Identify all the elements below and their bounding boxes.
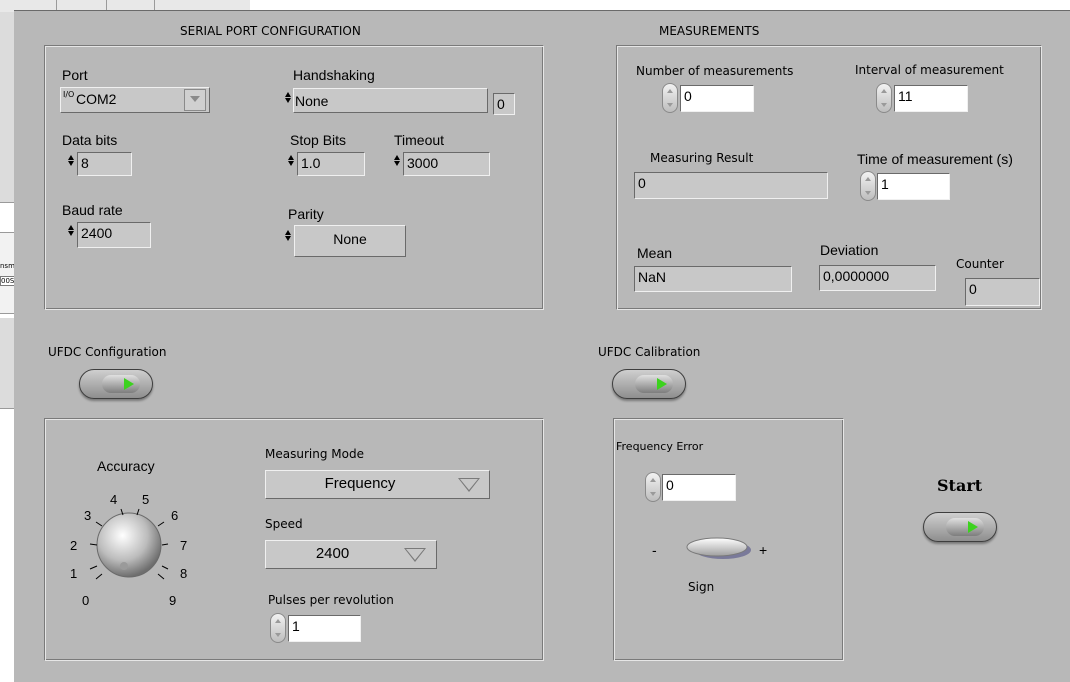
left-window-pane [0, 12, 14, 203]
knob-tick-label: 8 [180, 566, 187, 581]
pulses-field[interactable]: 1 [288, 615, 361, 642]
handshaking-value: None [295, 93, 329, 109]
baud-rate-label: Baud rate [62, 202, 123, 218]
time-of-measurement-label: Time of measurement (s) [857, 151, 1013, 167]
chevron-down-icon [458, 478, 480, 492]
led-indicator-icon [946, 518, 984, 536]
time-of-measurement-field[interactable]: 1 [877, 173, 950, 200]
serial-config-box [44, 45, 544, 310]
front-panel-top-edge [14, 10, 1070, 11]
stop-bits-field[interactable]: 1.0 [297, 152, 365, 176]
accuracy-knob[interactable]: 0 1 2 3 4 5 6 7 8 9 [66, 484, 196, 614]
interval-label: Interval of measurement [855, 63, 1004, 77]
frequency-error-spinner[interactable] [645, 472, 661, 502]
speed-value: 2400 [315, 545, 350, 562]
measuring-result-label: Measuring Result [650, 151, 754, 165]
timeout-field[interactable]: 3000 [403, 152, 490, 176]
data-bits-label: Data bits [62, 132, 118, 148]
measuring-mode-label: Measuring Mode [265, 447, 364, 461]
speed-label: Speed [265, 517, 303, 531]
knob-tick-label: 6 [171, 508, 178, 523]
port-value: COM2 [76, 91, 117, 107]
start-button[interactable] [923, 512, 997, 542]
left-window-pane [0, 318, 14, 409]
frequency-error-label: Frequency Error [616, 440, 704, 453]
accuracy-label: Accuracy [97, 458, 155, 474]
time-of-measurement-spinner[interactable] [860, 171, 876, 201]
port-label: Port [62, 67, 88, 83]
parity-value: None [333, 231, 367, 247]
knob-tick-label: 7 [180, 538, 187, 553]
sign-plus-label: + [759, 542, 768, 558]
chevron-down-icon [404, 548, 426, 562]
data-bits-spinner[interactable] [67, 154, 75, 176]
deviation-field: 0,0000000 [819, 265, 936, 291]
handshaking-spinner[interactable] [284, 91, 292, 113]
knob-tick-label: 1 [70, 566, 77, 581]
knob-tick-label: 3 [84, 508, 91, 523]
sign-minus-label: - [652, 542, 657, 558]
knob-body [96, 512, 162, 578]
frequency-error-field[interactable]: 0 [662, 474, 736, 501]
counter-field: 0 [965, 278, 1040, 306]
parity-spinner[interactable] [284, 229, 292, 253]
pulses-per-revolution-label: Pulses per revolution [268, 593, 394, 607]
ufdc-calibration-label: UFDC Calibration [598, 345, 701, 359]
interval-spinner[interactable] [876, 83, 892, 113]
timeout-spinner[interactable] [393, 154, 401, 176]
left-window-partial-label: nsmi [0, 262, 14, 270]
pulses-spinner[interactable] [270, 613, 286, 643]
counter-label: Counter [956, 257, 1004, 271]
knob-pointer-dot [120, 562, 128, 570]
num-measurements-spinner[interactable] [662, 83, 678, 113]
handshaking-index: 0 [493, 93, 515, 115]
led-indicator-icon [102, 375, 140, 393]
left-window-field [0, 232, 14, 314]
timeout-label: Timeout [394, 132, 445, 148]
stop-bits-spinner[interactable] [287, 154, 295, 176]
port-dropdown-button[interactable] [184, 89, 206, 111]
start-label: Start [937, 476, 983, 495]
sign-label: Sign [688, 580, 715, 594]
mean-field: NaN [634, 266, 792, 292]
knob-tick-label: 5 [142, 492, 149, 507]
baud-rate-field[interactable]: 2400 [77, 222, 151, 248]
knob-tick-label: 2 [70, 538, 77, 553]
knob-tick-label: 9 [169, 593, 176, 608]
knob-tick-label: 4 [110, 492, 117, 507]
baud-rate-spinner[interactable] [67, 224, 75, 246]
sign-toggle[interactable] [681, 534, 753, 562]
port-io-icon: I/O [63, 90, 75, 99]
stop-bits-label: Stop Bits [290, 132, 347, 148]
deviation-label: Deviation [820, 242, 879, 258]
ufdc-config-label: UFDC Configuration [48, 345, 167, 359]
measurements-title: MEASUREMENTS [659, 24, 760, 38]
num-measurements-field[interactable]: 0 [680, 85, 754, 112]
mean-label: Mean [637, 245, 673, 261]
led-indicator-icon [635, 375, 673, 393]
ufdc-calibration-button[interactable] [612, 369, 686, 399]
interval-field[interactable]: 11 [894, 85, 968, 112]
measuring-result-field: 0 [634, 172, 828, 199]
data-bits-field[interactable]: 8 [77, 152, 132, 176]
handshaking-label: Handshaking [293, 67, 375, 83]
num-measurements-label: Number of measurements [636, 64, 794, 78]
knob-tick-label: 0 [82, 593, 89, 608]
measuring-mode-value: Frequency [324, 475, 396, 492]
ufdc-config-button[interactable] [79, 369, 153, 399]
serial-config-title: SERIAL PORT CONFIGURATION [180, 24, 361, 38]
parity-label: Parity [288, 206, 324, 222]
